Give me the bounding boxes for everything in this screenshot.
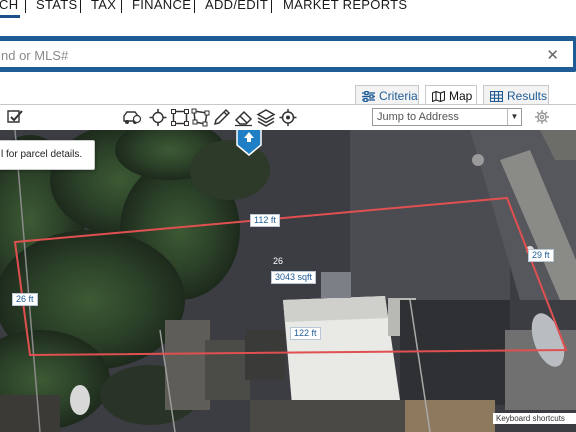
tab-results-label: Results xyxy=(507,89,548,103)
parcel-tooltip: l for parcel details. xyxy=(0,140,95,170)
top-nav: CH STATS TAX FINANCE ADD/EDIT MARKET REP… xyxy=(0,0,576,18)
search-bar[interactable]: nd or MLS# ✕ xyxy=(0,36,576,72)
draw-freehand-icon[interactable] xyxy=(212,108,232,127)
tab-map[interactable]: Map xyxy=(425,85,477,105)
parcel-dimension-bottom: 122 ft xyxy=(290,327,321,340)
jump-to-address-select[interactable]: Jump to Address ▼ xyxy=(372,108,522,126)
locate-icon[interactable] xyxy=(278,108,298,127)
grid-icon xyxy=(490,91,503,103)
nav-separator xyxy=(121,0,122,13)
parcel-number: 26 xyxy=(273,256,284,266)
nav-item-stats[interactable]: STATS xyxy=(36,0,77,12)
nav-separator xyxy=(80,0,81,13)
jump-to-address-placeholder: Jump to Address xyxy=(377,111,459,123)
nav-item-finance[interactable]: FINANCE xyxy=(132,0,191,12)
parcel-dimension-right: 29 ft xyxy=(528,249,554,262)
close-icon[interactable]: ✕ xyxy=(546,46,559,64)
select-parcel-icon[interactable] xyxy=(5,108,25,127)
nav-separator xyxy=(25,0,26,13)
draw-rectangle-icon[interactable] xyxy=(170,108,190,127)
streetview-car-icon[interactable] xyxy=(122,108,142,127)
active-nav-indicator xyxy=(0,15,20,18)
gear-icon[interactable] xyxy=(534,109,550,125)
parcel-dimension-top: 112 ft xyxy=(250,214,280,227)
search-input[interactable]: nd or MLS# xyxy=(1,48,68,63)
keyboard-shortcuts-link[interactable]: Keyboard shortcuts xyxy=(493,413,576,424)
tab-results[interactable]: Results xyxy=(483,85,549,105)
parcel-area: 3043 sqft xyxy=(271,271,317,284)
tab-criteria-label: Criteria xyxy=(379,89,418,103)
nav-separator xyxy=(194,0,195,13)
chevron-down-icon[interactable]: ▼ xyxy=(507,109,521,125)
pan-icon[interactable] xyxy=(148,108,168,127)
location-marker-icon[interactable] xyxy=(235,130,263,157)
nav-item-add-edit[interactable]: ADD/EDIT xyxy=(205,0,268,12)
tab-criteria[interactable]: Criteria xyxy=(355,85,419,105)
sliders-icon xyxy=(362,91,375,103)
nav-item-search[interactable]: CH xyxy=(0,0,18,12)
draw-polygon-icon[interactable] xyxy=(191,108,211,127)
parcel-dimension-left: 26 ft xyxy=(12,293,38,306)
nav-separator xyxy=(271,0,272,13)
eraser-icon[interactable] xyxy=(234,108,254,127)
nav-item-market-reports[interactable]: MARKET REPORTS xyxy=(283,0,407,12)
tab-map-label: Map xyxy=(449,89,473,103)
map-icon xyxy=(432,91,445,103)
aerial-map[interactable]: 112 ft 26 ft 29 ft 122 ft 3043 sqft 26 xyxy=(0,130,576,432)
nav-item-tax[interactable]: TAX xyxy=(91,0,116,12)
layers-icon[interactable] xyxy=(256,108,276,127)
